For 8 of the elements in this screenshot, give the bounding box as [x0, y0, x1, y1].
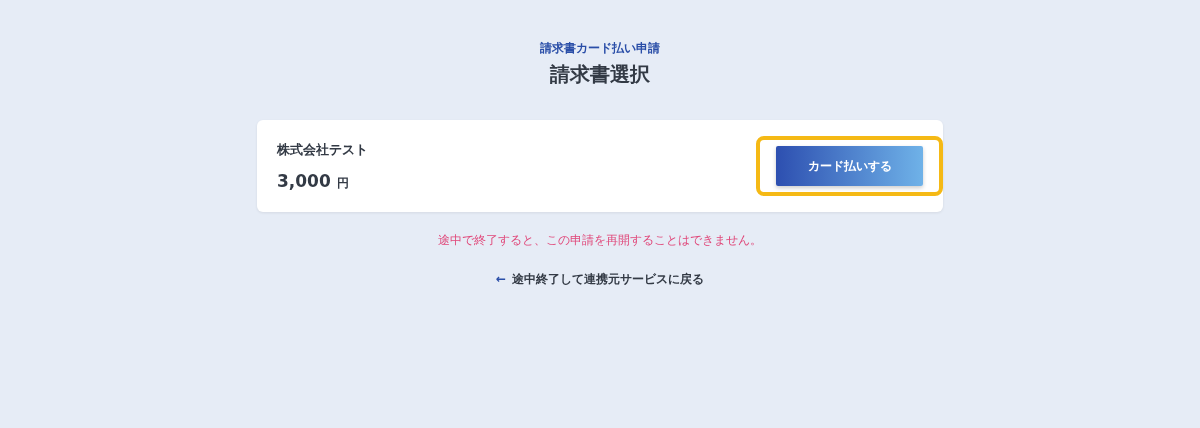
page-subtitle: 請求書カード払い申請	[540, 40, 660, 57]
currency-unit: 円	[336, 174, 349, 192]
warning-message: 途中で終了すると、この申請を再開することはできません。	[438, 232, 762, 249]
back-link[interactable]: ← 途中終了して連携元サービスに戻る	[495, 271, 705, 288]
card-pay-button[interactable]: カード払いする	[776, 146, 923, 186]
company-name: 株式会社テスト	[277, 140, 368, 159]
amount-value: 3,000	[277, 170, 331, 191]
page-title: 請求書選択	[550, 61, 650, 88]
